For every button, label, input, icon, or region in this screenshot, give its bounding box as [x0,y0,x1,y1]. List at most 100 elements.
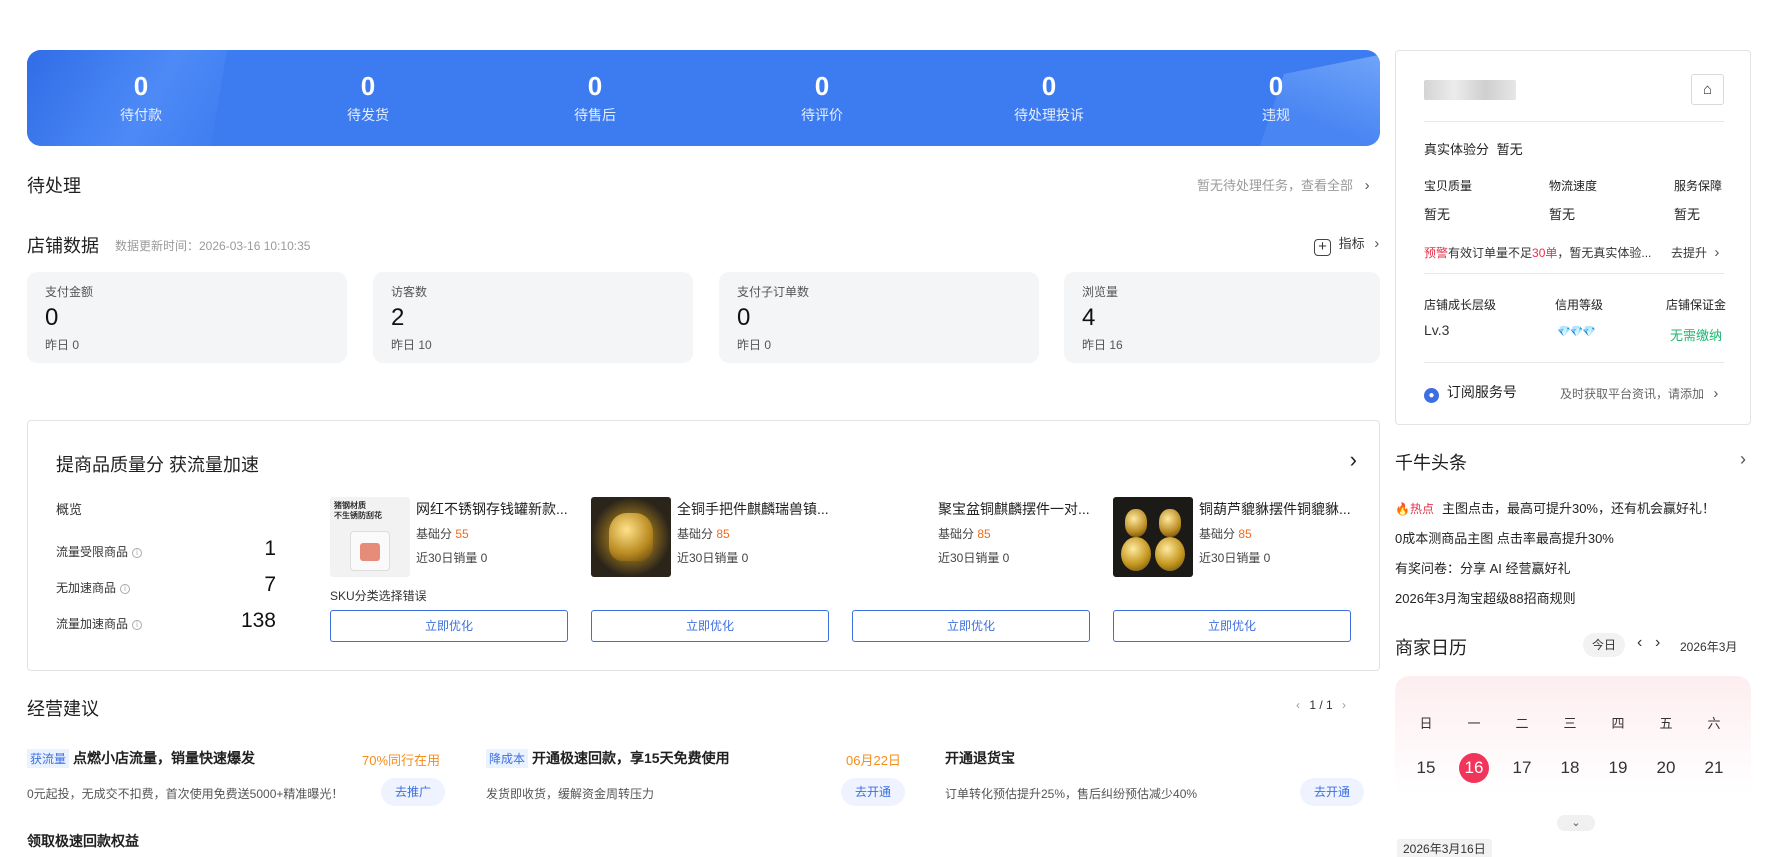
fire-icon: 🔥 [1395,502,1410,516]
headline-item[interactable]: 有奖问卷：分享 AI 经营赢好礼 [1395,558,1571,577]
status-label: 待付款 [120,107,162,123]
status-count: 0 [133,71,149,101]
chevron-right-icon[interactable]: › [1740,449,1746,470]
today-button[interactable]: 今日 [1583,633,1625,657]
optimize-button[interactable]: 立即优化 [591,610,829,642]
calendar-day[interactable]: 21 [1699,758,1729,778]
product-issue-note: SKU分类选择错误 [330,589,427,603]
order-status-bar: 0 待付款 0 待发货 0 待售后 0 待评价 0 待处理投诉 0 违规 [27,50,1380,146]
chevron-left-icon[interactable]: ‹ [1637,634,1642,652]
chevron-right-icon[interactable]: › [1655,634,1660,652]
headlines-title: 千牛头条 [1395,453,1467,473]
product-card: 全铜手把件麒麟瑞兽镇... 基础分 85 近30日销量 0 立即优化 [591,497,829,642]
product-thumbnail[interactable] [1113,497,1193,577]
headline-item[interactable]: 🔥热点 主图点击，最高可提升30%，还有机会赢好礼！ [1395,498,1715,517]
advice-item[interactable]: 获流量 点燃小店流量，销量快速爆发 70%同行在用 [27,748,447,768]
calendar-day[interactable]: 19 [1603,758,1633,778]
metric-card-visitors[interactable]: 访客数 2 昨日 10 [373,272,693,363]
advice-item-title: 点燃小店流量，销量快速爆发 [73,750,256,766]
sub-score-label: 宝贝质量 [1424,179,1473,193]
overview-row-value: 1 [264,537,276,560]
overview-row-value: 7 [264,573,276,596]
indicator-label: 指标 [1338,236,1365,251]
pending-view-all-link[interactable]: 暂无待处理任务，查看全部 › [1197,175,1370,194]
metric-yesterday: 昨日 0 [737,338,772,352]
calendar-day-selected[interactable]: 16 [1459,753,1489,783]
overview-row-restricted[interactable]: 流量受限商品 i 1 [56,537,276,560]
score-value: 55 [455,527,469,541]
activate-button[interactable]: 去开通 [1300,778,1364,806]
chevron-right-icon[interactable]: › [1342,698,1346,712]
calendar-day[interactable]: 15 [1411,758,1441,778]
headline-item[interactable]: 0成本测商品主图 点击率最高提升30% [1395,528,1614,547]
gourd-left-image [1121,537,1151,571]
experience-score[interactable]: 真实体验分 暂无 [1424,139,1523,158]
metric-card-payment[interactable]: 支付金额 0 昨日 0 [27,272,347,363]
hot-tag: 热点 [1409,502,1434,516]
score-value: 85 [977,527,991,541]
chevron-left-icon[interactable]: ‹ [1296,698,1300,712]
product-card: 猪钢材质 不生锈防刮花 网红不锈钢存钱罐新款... 基础分 55 近30日销量 … [330,497,568,642]
pager-text: 1 / 1 [1309,698,1333,712]
status-pending-payment[interactable]: 0 待付款 [61,50,221,146]
calendar-day[interactable]: 20 [1651,758,1681,778]
diamond-icon[interactable]: 💎💎💎 [1557,325,1596,338]
divider [1424,121,1724,122]
product-thumbnail[interactable] [591,497,671,577]
product-name[interactable]: 铜葫芦貔貅摆件铜貔貅... [1199,499,1351,519]
improve-link-text: 去提升 [1671,246,1708,260]
optimize-button[interactable]: 立即优化 [852,610,1090,642]
status-complaints[interactable]: 0 待处理投诉 [969,50,1129,146]
product-card: 聚宝盆铜麒麟摆件一对... 基础分 85 近30日销量 0 立即优化 [852,497,1090,642]
level-value[interactable]: Lv.3 [1424,322,1449,338]
metric-card-page-views[interactable]: 浏览量 4 昨日 16 [1064,272,1380,363]
pixiu-right-image [1159,509,1181,537]
overview-row-boosted[interactable]: 流量加速商品 i 138 [56,609,276,632]
calendar-day[interactable]: 17 [1507,758,1537,778]
metric-label: 支付金额 [45,285,94,299]
optimize-button[interactable]: 立即优化 [330,610,568,642]
overview-row-no-boost[interactable]: 无加速商品 i 7 [56,573,276,596]
product-score: 基础分 85 [677,525,730,542]
advice-next-title[interactable]: 领取极速回款权益 [27,831,139,851]
home-icon[interactable]: ⌂ [1691,74,1724,105]
status-count: 0 [587,71,603,101]
weekday-label: 日 [1419,716,1433,731]
status-pending-shipment[interactable]: 0 待发货 [288,50,448,146]
advice-desc: 发货即收货，缓解资金周转压力 [486,787,655,801]
calendar-day[interactable]: 18 [1555,758,1585,778]
expand-calendar-icon[interactable]: ⌄ [1557,815,1595,831]
advice-item[interactable]: 开通退货宝 [945,748,1015,768]
product-name[interactable]: 网红不锈钢存钱罐新款... [416,499,568,519]
product-name[interactable]: 全铜手把件麒麟瑞兽镇... [677,499,829,519]
advice-desc: 0元起投，无成交不扣费，首次使用免费送5000+精准曝光！ [27,787,344,801]
shop-name-redacted [1424,80,1516,100]
deposit-value[interactable]: 无需缴纳 [1670,325,1722,344]
optimize-button[interactable]: 立即优化 [1113,610,1351,642]
status-after-sales[interactable]: 0 待售后 [515,50,675,146]
golden-qilin-image [609,513,653,561]
status-pending-review[interactable]: 0 待评价 [742,50,902,146]
product-sales: 近30日销量 0 [677,551,749,565]
headline-item[interactable]: 2026年3月淘宝超级88招商规则 [1395,588,1576,607]
score-value: 85 [716,527,730,541]
chevron-right-icon: › [1713,385,1719,402]
overview-label: 概览 [56,502,83,517]
subscribe-hint-link[interactable]: 及时获取平台资讯，请添加 › [1560,385,1718,402]
indicator-button[interactable]: + 指标 › [1314,233,1379,256]
improve-link[interactable]: 去提升 › [1671,244,1719,261]
subscribe-service-account[interactable]: ● 订阅服务号 [1424,382,1517,403]
weekday-label: 三 [1563,716,1577,731]
promote-button[interactable]: 去推广 [381,778,445,806]
advice-item[interactable]: 降成本 开通极速回款，享15天免费使用 06月22日 [486,748,906,768]
product-name[interactable]: 聚宝盆铜麒麟摆件一对... [938,499,1090,519]
info-icon: i [132,620,143,630]
status-violations[interactable]: 0 违规 [1196,50,1356,146]
activate-button[interactable]: 去开通 [841,778,905,806]
quality-panel: 提商品质量分 获流量加速 › 概览 流量受限商品 i 1 无加速商品 i 7 流量加… [27,420,1380,671]
metric-card-sub-orders[interactable]: 支付子订单数 0 昨日 0 [719,272,1039,363]
overview-row-value: 138 [240,609,276,632]
metric-yesterday: 昨日 10 [391,338,432,352]
chevron-right-icon[interactable]: › [1350,447,1357,473]
product-thumbnail[interactable]: 猪钢材质 不生锈防刮花 [330,497,410,577]
